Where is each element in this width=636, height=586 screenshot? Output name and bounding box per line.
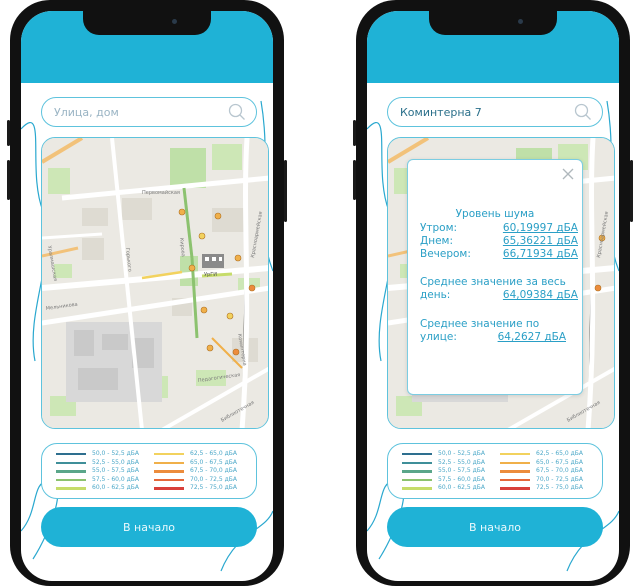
address-search-input[interactable]: [400, 104, 560, 120]
legend-color-line: [500, 453, 530, 456]
legend-range-label: 57,5 - 60,0 дБА: [92, 475, 139, 483]
volume-up-button: [353, 160, 356, 200]
legend-color-line: [402, 478, 432, 482]
address-search-bar[interactable]: [387, 97, 603, 127]
legend-range-label: 52,5 - 55,0 дБА: [92, 458, 139, 466]
legend-range-label: 65,0 - 67,5 дБА: [190, 458, 237, 466]
noise-row-value[interactable]: 66,71934 дБА: [503, 248, 578, 260]
legend-color-line: [500, 461, 530, 464]
noise-legend: 50,0 - 52,5 дБА 52,5 - 55,0 дБА 55,0 - 57,…: [387, 443, 603, 499]
legend-range-label: 62,5 - 65,0 дБА: [190, 450, 237, 457]
power-button: [284, 160, 287, 222]
legend-color-line: [402, 487, 432, 490]
legend-color-line: [154, 453, 184, 456]
legend-color-line: [402, 453, 432, 456]
legend-color-line: [500, 478, 530, 482]
avg-street-label: Среднее значение по: [420, 318, 540, 330]
volume-up-button: [7, 160, 10, 200]
noise-row-morning: Утром: 60,19997 дБА: [420, 222, 578, 235]
legend-range-label: 62,5 - 65,0 дБА: [536, 450, 583, 457]
avg-day-label: Среднее значение за весь: [420, 276, 566, 288]
legend-color-line: [56, 487, 86, 490]
map-building-label: УрГИ: [204, 272, 217, 278]
legend-range-label: 50,0 - 52,5 дБА: [92, 450, 139, 457]
legend-color-line: [402, 461, 432, 464]
noise-row-label: Вечером:: [420, 248, 471, 260]
street-label: Первомайская: [142, 189, 180, 196]
address-search-bar[interactable]: [41, 97, 257, 127]
legend-range-label: 50,0 - 52,5 дБА: [438, 450, 485, 457]
noise-row-day: Днем: 65,36221 дБА: [420, 235, 578, 248]
legend-color-line: [500, 487, 530, 490]
legend-color-line: [154, 478, 184, 482]
avg-day-label-cont: день:: [420, 289, 451, 301]
legend-color-line: [402, 470, 432, 473]
legend-range-label: 72,5 - 75,0 дБА: [190, 484, 237, 492]
start-button[interactable]: В начало: [41, 507, 257, 547]
avg-street-value[interactable]: 64,2627 дБА: [498, 331, 566, 343]
legend-range-label: 67,5 - 70,0 дБА: [536, 467, 583, 475]
legend-range-label: 60,0 - 62,5 дБА: [438, 484, 485, 492]
avg-day-row: день: 64,09384 дБА: [420, 289, 578, 302]
legend-color-line: [56, 470, 86, 473]
legend-color-line: [500, 470, 530, 473]
phone-frame-left: УрГИ Первомайская Красноармейская Горько…: [7, 0, 287, 586]
legend-range-label: 67,5 - 70,0 дБА: [190, 467, 237, 475]
magnifier-icon[interactable]: [574, 103, 592, 121]
legend-color-line: [56, 461, 86, 464]
screen-left: УрГИ Первомайская Красноармейская Горько…: [21, 11, 273, 581]
legend-color-line: [56, 453, 86, 456]
address-search-input[interactable]: [54, 104, 214, 120]
silent-switch: [7, 120, 10, 146]
screen-right: Красноармейская Библиотечная Уровень шум…: [367, 11, 619, 581]
legend-color-line: [154, 470, 184, 473]
noise-map[interactable]: УрГИ Первомайская Красноармейская Горько…: [41, 137, 269, 429]
legend-range-label: 72,5 - 75,0 дБА: [536, 484, 583, 492]
legend-color-line: [154, 487, 184, 490]
legend-range-label: 60,0 - 62,5 дБА: [92, 484, 139, 492]
legend-range-label: 70,0 - 72,5 дБА: [536, 475, 583, 483]
avg-street-row: улице: 64,2627 дБА: [420, 331, 578, 344]
legend-range-label: 52,5 - 55,0 дБА: [438, 458, 485, 466]
legend-range-label: 65,0 - 67,5 дБА: [536, 458, 583, 466]
legend-color-line: [56, 478, 86, 482]
noise-row-label: Утром:: [420, 222, 458, 234]
power-button: [630, 160, 633, 222]
noise-row-evening: Вечером: 66,71934 дБА: [420, 248, 578, 261]
popup-title: Уровень шума: [455, 208, 535, 220]
start-button[interactable]: В начало: [387, 507, 603, 547]
legend-range-label: 57,5 - 60,0 дБА: [438, 475, 485, 483]
noise-row-value[interactable]: 60,19997 дБА: [503, 222, 578, 234]
avg-day-value[interactable]: 64,09384 дБА: [503, 289, 578, 301]
phone-frame-right: Красноармейская Библиотечная Уровень шум…: [353, 0, 633, 586]
silent-switch: [353, 120, 356, 146]
close-icon[interactable]: [562, 168, 574, 180]
noise-row-value[interactable]: 65,36221 дБА: [503, 235, 578, 247]
legend-range-label: 55,0 - 57,5 дБА: [438, 467, 485, 475]
noise-legend: 50,0 - 52,5 дБА 52,5 - 55,0 дБА 55,0 - 57,…: [41, 443, 257, 499]
noise-row-label: Днем:: [420, 235, 453, 247]
legend-color-line: [154, 461, 184, 464]
noise-info-popup: Уровень шума Утром: 60,19997 дБА Днем: 6…: [407, 159, 583, 395]
avg-street-label-cont: улице:: [420, 331, 457, 343]
legend-range-label: 55,0 - 57,5 дБА: [92, 467, 139, 475]
magnifier-icon[interactable]: [228, 103, 246, 121]
legend-range-label: 70,0 - 72,5 дБА: [190, 475, 237, 483]
